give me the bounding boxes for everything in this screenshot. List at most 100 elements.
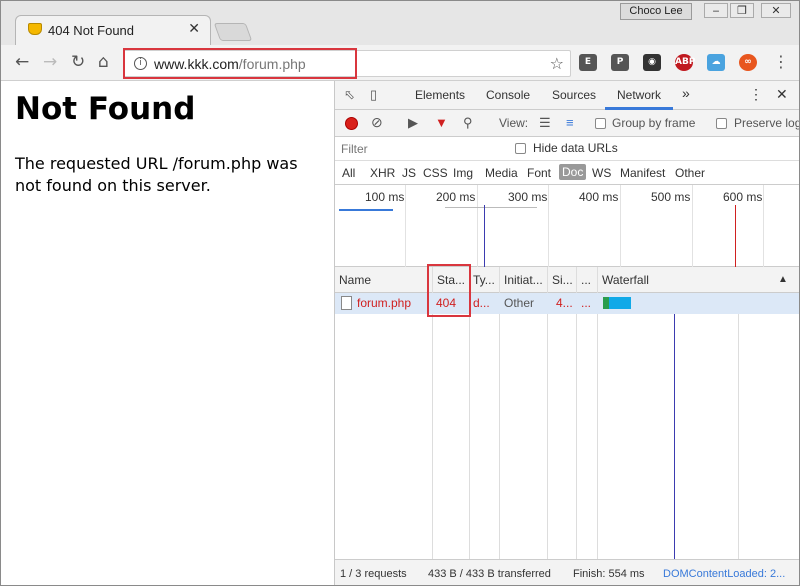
- bookmark-star-icon[interactable]: ☆: [550, 54, 564, 73]
- screenshot-camera-icon[interactable]: ▶: [408, 115, 418, 131]
- sort-arrow-icon[interactable]: ▲: [778, 274, 788, 285]
- record-icon[interactable]: [345, 117, 358, 130]
- inspect-icon[interactable]: ⬁: [344, 87, 355, 103]
- grid-line: [548, 185, 549, 267]
- resource-type-filters: All XHR JS CSS Img Media Font Doc WS Man…: [335, 161, 799, 185]
- tick-label: 100 ms: [365, 190, 405, 204]
- request-table-header: Name Sta... Ty... Initiat... Si... ... W…: [335, 267, 799, 293]
- device-toolbar-icon[interactable]: ▯: [370, 87, 377, 103]
- transferred-size: 433 B / 433 B transferred: [428, 568, 551, 580]
- type-ws[interactable]: WS: [592, 166, 611, 180]
- devtools-close-icon[interactable]: ✕: [776, 86, 788, 103]
- grid-line: [620, 185, 621, 267]
- requests-count: 1 / 3 requests: [340, 568, 407, 580]
- browser-window: 404 Not Found ✕ Choco Lee ‒ ❐ ✕ ← → ↻ ⌂ …: [0, 0, 800, 586]
- waterfall-view-icon[interactable]: ≡: [566, 115, 574, 130]
- row-time: ...: [581, 296, 592, 310]
- status-highlight-box: [427, 264, 471, 317]
- type-js[interactable]: JS: [402, 166, 416, 180]
- col-divider: [499, 267, 500, 585]
- type-xhr[interactable]: XHR: [370, 166, 395, 180]
- search-icon[interactable]: ⚲: [463, 115, 473, 131]
- type-media[interactable]: Media: [485, 166, 518, 180]
- title-bar: 404 Not Found ✕ Choco Lee ‒ ❐ ✕: [1, 1, 799, 45]
- page-heading: Not Found: [15, 91, 196, 127]
- waterfall-download-bar: [609, 297, 631, 309]
- type-other[interactable]: Other: [675, 166, 705, 180]
- col-name[interactable]: Name: [339, 273, 371, 287]
- type-font[interactable]: Font: [527, 166, 551, 180]
- filter-input[interactable]: [337, 140, 502, 158]
- col-type[interactable]: Ty...: [473, 273, 495, 287]
- type-all[interactable]: All: [342, 166, 355, 180]
- row-name[interactable]: forum.php: [357, 296, 411, 310]
- adblock-icon[interactable]: ABP: [675, 54, 695, 71]
- page-message: The requested URL /forum.php was not fou…: [15, 154, 298, 195]
- tab-sources[interactable]: Sources: [552, 88, 596, 102]
- filter-bar: Hide data URLs: [335, 137, 799, 161]
- evernote-icon[interactable]: E: [579, 54, 597, 71]
- tab-elements[interactable]: Elements: [415, 88, 465, 102]
- grid-line: [477, 185, 478, 267]
- load-line: [735, 205, 736, 267]
- group-by-frame-checkbox[interactable]: [595, 118, 606, 129]
- home-icon[interactable]: ⌂: [98, 53, 109, 71]
- document-icon: [341, 296, 352, 310]
- tab-network[interactable]: Network: [617, 88, 661, 102]
- page-content: Not Found The requested URL /forum.php w…: [1, 81, 334, 585]
- clear-icon[interactable]: ⊘: [371, 114, 383, 131]
- overview-marker: [445, 207, 537, 208]
- domcontentloaded-time: DOMContentLoaded: 2...: [663, 568, 786, 580]
- table-row[interactable]: forum.php 404 d... Other 4... ...: [335, 293, 799, 314]
- more-tabs-button[interactable]: »: [682, 85, 690, 101]
- tab-title: 404 Not Found: [48, 23, 135, 38]
- network-toolbar: ⊘ ▶ ▼ ⚲ View: ☰ ≡ Group by frame Preserv…: [335, 110, 799, 137]
- maximize-button[interactable]: ❐: [730, 3, 754, 18]
- domcontentloaded-line: [484, 205, 485, 267]
- close-window-button[interactable]: ✕: [761, 3, 791, 18]
- new-tab-button[interactable]: [213, 23, 253, 41]
- row-type: d...: [473, 296, 490, 310]
- grid-line: [405, 185, 406, 267]
- minimize-button[interactable]: ‒: [704, 3, 728, 18]
- type-css[interactable]: CSS: [423, 166, 448, 180]
- col-size[interactable]: Si...: [552, 273, 573, 287]
- devtools-menu-icon[interactable]: ⋮: [749, 86, 763, 103]
- tick-label: 500 ms: [651, 190, 691, 204]
- browser-tab[interactable]: 404 Not Found ✕: [15, 15, 211, 45]
- waterfall-dcl-line: [674, 293, 675, 559]
- tick-label: 600 ms: [723, 190, 763, 204]
- hide-data-urls-label: Hide data URLs: [533, 141, 618, 155]
- tab-console[interactable]: Console: [486, 88, 530, 102]
- list-view-icon[interactable]: ☰: [539, 115, 551, 131]
- group-by-frame-label: Group by frame: [612, 116, 696, 130]
- type-doc[interactable]: Doc: [559, 164, 587, 180]
- row-size: 4...: [556, 296, 573, 310]
- row-initiator: Other: [504, 296, 535, 310]
- col-waterfall[interactable]: Waterfall: [602, 273, 649, 287]
- cloud-icon[interactable]: ☁: [707, 54, 725, 71]
- tab-close-icon[interactable]: ✕: [188, 21, 200, 37]
- menu-kebab-icon[interactable]: ⋮: [773, 53, 789, 71]
- view-label: View:: [499, 116, 529, 130]
- extension-icon[interactable]: ◉: [643, 54, 661, 71]
- back-arrow-icon[interactable]: ←: [15, 53, 29, 71]
- filter-funnel-icon[interactable]: ▼: [435, 115, 448, 130]
- preserve-log-checkbox[interactable]: [716, 118, 727, 129]
- hide-data-urls-checkbox[interactable]: [515, 143, 526, 154]
- type-manifest[interactable]: Manifest: [620, 166, 665, 180]
- infinity-icon[interactable]: ∞: [739, 54, 757, 71]
- reload-icon[interactable]: ↻: [71, 53, 85, 71]
- col-divider: [547, 267, 548, 585]
- col-divider: [597, 267, 598, 585]
- pocket-icon[interactable]: P: [611, 54, 629, 71]
- forward-arrow-icon[interactable]: →: [43, 53, 57, 71]
- type-img[interactable]: Img: [453, 166, 473, 180]
- col-time[interactable]: ...: [581, 273, 591, 287]
- grid-line: [763, 185, 764, 267]
- favicon-icon: [28, 23, 42, 35]
- col-initiator[interactable]: Initiat...: [504, 273, 543, 287]
- profile-button[interactable]: Choco Lee: [620, 3, 692, 20]
- network-overview: 100 ms 200 ms 300 ms 400 ms 500 ms 600 m…: [335, 185, 799, 267]
- waterfall-grid: [738, 293, 739, 559]
